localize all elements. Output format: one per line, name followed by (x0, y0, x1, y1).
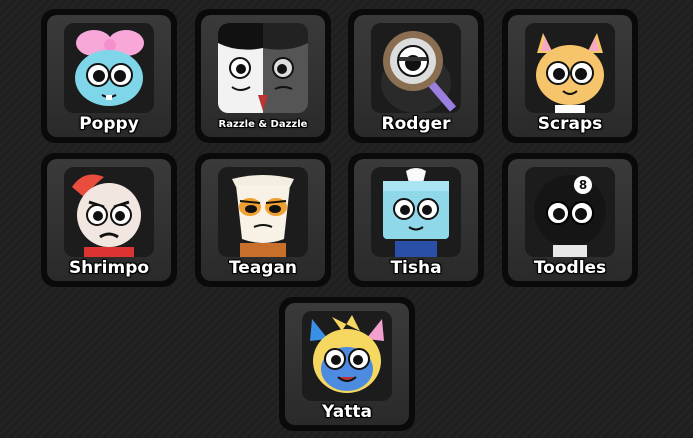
character-card-rodger[interactable]: Rodger (348, 9, 484, 143)
character-card-teagan[interactable]: Teagan (195, 153, 331, 287)
character-name: Poppy (79, 114, 139, 134)
character-card-yatta[interactable]: Yatta (279, 297, 415, 431)
character-card-toodles[interactable]: 8 Toodles (502, 153, 638, 287)
teagan-portrait-icon (218, 167, 308, 257)
razzle-dazzle-portrait-icon (218, 23, 308, 113)
rodger-portrait-icon (371, 23, 461, 113)
character-name: Teagan (228, 258, 298, 278)
character-name: Tisha (390, 258, 442, 278)
character-card-shrimpo[interactable]: Shrimpo (41, 153, 177, 287)
character-select-grid: Poppy Razzle & Dazzle Rodger Scraps Shri… (0, 0, 693, 438)
character-card-scraps[interactable]: Scraps (502, 9, 638, 143)
tisha-portrait-icon (371, 167, 461, 257)
character-name: Yatta (322, 402, 372, 422)
character-name: Toodles (533, 258, 607, 278)
character-name: Shrimpo (68, 258, 150, 278)
yatta-portrait-icon (302, 311, 392, 401)
shrimpo-portrait-icon (64, 167, 154, 257)
poppy-portrait-icon (64, 23, 154, 113)
scraps-portrait-icon (525, 23, 615, 113)
character-name: Scraps (537, 114, 603, 134)
character-card-razzle-dazzle[interactable]: Razzle & Dazzle (195, 9, 331, 143)
character-name: Razzle & Dazzle (218, 119, 308, 130)
character-name: Rodger (381, 114, 451, 134)
svg-text:8: 8 (579, 178, 587, 192)
toodles-portrait-icon: 8 (525, 167, 615, 257)
character-card-poppy[interactable]: Poppy (41, 9, 177, 143)
character-card-tisha[interactable]: Tisha (348, 153, 484, 287)
